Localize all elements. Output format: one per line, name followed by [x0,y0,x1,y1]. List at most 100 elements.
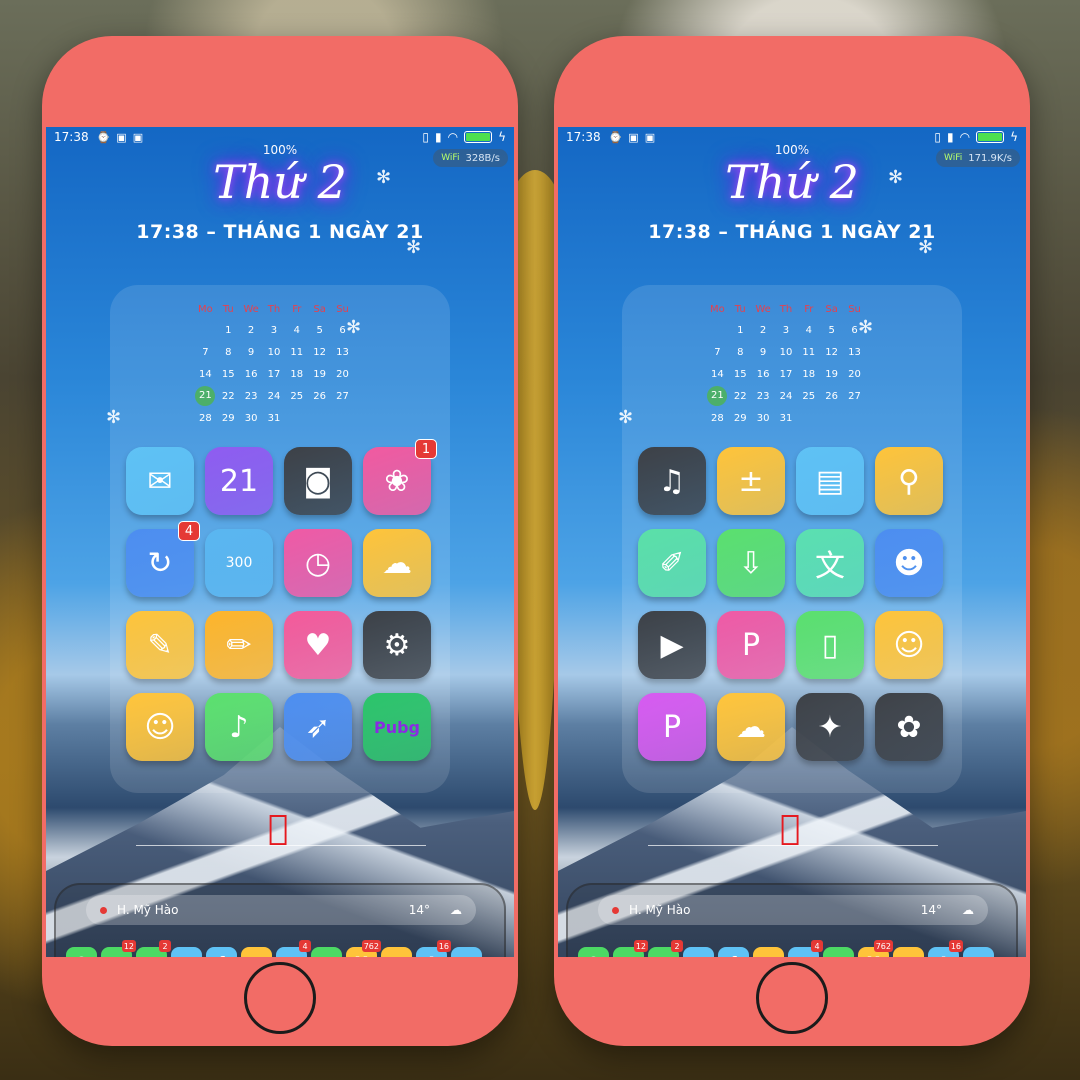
notes-app[interactable]: ✎ [126,611,194,679]
people-app[interactable]: ☺ [126,693,194,761]
calendar-day[interactable]: 4 [285,319,308,341]
messenger-dock-app[interactable]: ✉ [683,947,714,957]
calendar-day[interactable]: 20 [843,363,866,385]
cleaner-brush-app[interactable]: ✐ [638,529,706,597]
app-store-dock-app[interactable]: A 16 [416,940,451,957]
translate-app[interactable]: 文 [796,529,864,597]
facetime-dock-app[interactable]: ▶ [823,947,854,957]
notes-square-dock-app[interactable]: ▣ [241,947,272,957]
calendar-day[interactable]: 30 [752,407,775,429]
vpn-mask-app[interactable]: ☻ [875,529,943,597]
calendar-day[interactable]: 17 [775,363,798,385]
calendar-day[interactable]: 23 [240,385,263,407]
calendar-day[interactable]: 4 [797,319,820,341]
calendar-day[interactable]: 1 [217,319,240,341]
messages-dock-app[interactable]: ▭ 12 [613,940,648,957]
files-folder-app[interactable]: ▤ [796,447,864,515]
microphone-app[interactable]: ♪ [205,693,273,761]
calendar-day[interactable]: 15 [217,363,240,385]
calculator-app[interactable]: ± [717,447,785,515]
tag-wand-app[interactable]: ✦ [796,693,864,761]
calendar-day[interactable]: 7 [706,341,729,363]
home-button[interactable] [756,962,828,1034]
calendar-day[interactable]: 10 [775,341,798,363]
music-note-app[interactable]: ♫ [638,447,706,515]
messages-dock-app[interactable]: ▭ 12 [101,940,136,957]
calendar-day[interactable]: 3 [263,319,286,341]
calendar-day[interactable]: 25 [797,385,820,407]
box-dock-app[interactable]: ▦ [893,947,924,957]
facebook-dock-app[interactable]: f [718,947,749,957]
p-letter-app[interactable]: P [717,611,785,679]
calendar-day[interactable]: 29 [217,407,240,429]
home-button[interactable] [244,962,316,1034]
calendar-day[interactable]: 8 [729,341,752,363]
calendar-day[interactable]: 29 [729,407,752,429]
calendar-day[interactable]: 2 [752,319,775,341]
soundcloud-app[interactable]: ☁ [717,693,785,761]
calendar-day[interactable]: 12 [820,341,843,363]
phone-dock-app[interactable]: ✆ [66,947,97,957]
calendar-day[interactable]: 24 [263,385,286,407]
calendar-day[interactable]: 7 [194,341,217,363]
mail-app[interactable]: ✉ [126,447,194,515]
calendar-day[interactable]: 19 [820,363,843,385]
calendar-day[interactable]: 27 [331,385,354,407]
pubg-app[interactable]: Pubg [363,693,431,761]
weather-bar[interactable]: H. Mỹ Hào 14° ☁ [86,895,476,925]
weather-app[interactable]: ☁ [363,529,431,597]
heart-app[interactable]: ♥ [284,611,352,679]
calendar-day[interactable]: 5 [820,319,843,341]
calendar-day[interactable]: 12 [308,341,331,363]
calendar-day[interactable]: 14 [194,363,217,385]
calendar-day[interactable]: 19 [308,363,331,385]
twitter-dock-app[interactable]: ✦4 [276,940,311,957]
calendar-day[interactable]: 16 [240,363,263,385]
calendar-day[interactable]: 15 [729,363,752,385]
calendar-day[interactable]: 13 [331,341,354,363]
compass-app[interactable]: ➶ [284,693,352,761]
calendar-day[interactable]: 9 [240,341,263,363]
gmail-dock-app[interactable]: M 762 [858,940,893,957]
facetime-dock-app[interactable]: ▶ [311,947,342,957]
calendar-app[interactable]: 21 [205,447,273,515]
box-dock-app[interactable]: ▦ [381,947,412,957]
calendar-day[interactable]: 28 [194,407,217,429]
calendar-day[interactable]: 17 [263,363,286,385]
face-profile-app[interactable]: ☺ [875,611,943,679]
calendar-day[interactable]: 27 [843,385,866,407]
calendar-day[interactable]: 22 [217,385,240,407]
calendar-day[interactable]: 3 [775,319,798,341]
calendar-day[interactable]: 20 [331,363,354,385]
phone-dock-app[interactable]: ✆ [578,947,609,957]
security-shield-app[interactable]: 300 [205,529,273,597]
calendar-day-today[interactable]: 21 [194,385,217,407]
notes-square-dock-app[interactable]: ▣ [753,947,784,957]
chrome-dock-app[interactable]: ◉ [451,947,482,957]
download-folder-app[interactable]: ⇩ [717,529,785,597]
calendar-day[interactable]: 11 [797,341,820,363]
weather-bar[interactable]: H. Mỹ Hào 14° ☁ [598,895,988,925]
zalo-dock-app[interactable]: Zalo2 [648,940,683,957]
clock-app[interactable]: ◷ [284,529,352,597]
calendar-day[interactable]: 1 [729,319,752,341]
calendar-day[interactable]: 23 [752,385,775,407]
p-arrow-app[interactable]: P [638,693,706,761]
photos-app[interactable]: ❀ 1 [363,439,437,515]
calendar-day[interactable]: 24 [775,385,798,407]
twitter-dock-app[interactable]: ✦4 [788,940,823,957]
pencil-app[interactable]: ✏ [205,611,273,679]
calendar-day[interactable]: 31 [263,407,286,429]
calendar-day[interactable]: 26 [820,385,843,407]
camera-app[interactable]: ◙ [284,447,352,515]
facebook-dock-app[interactable]: f [206,947,237,957]
settings-gear-app[interactable]: ⚙ [363,611,431,679]
zalo-dock-app[interactable]: Zalo2 [136,940,171,957]
chrome-dock-app[interactable]: ◉ [963,947,994,957]
calendar-day[interactable]: 6 [843,319,866,341]
calendar-day[interactable]: 31 [775,407,798,429]
calendar-day[interactable]: 8 [217,341,240,363]
calendar-widget[interactable]: Mo Tu We Th Fr Sa Su 1 2 3 4 5 6 7 8 9 10 11 12 13 14 15 16 17 1… [706,299,866,429]
calendar-day[interactable]: 22 [729,385,752,407]
calendar-day[interactable]: 18 [285,363,308,385]
